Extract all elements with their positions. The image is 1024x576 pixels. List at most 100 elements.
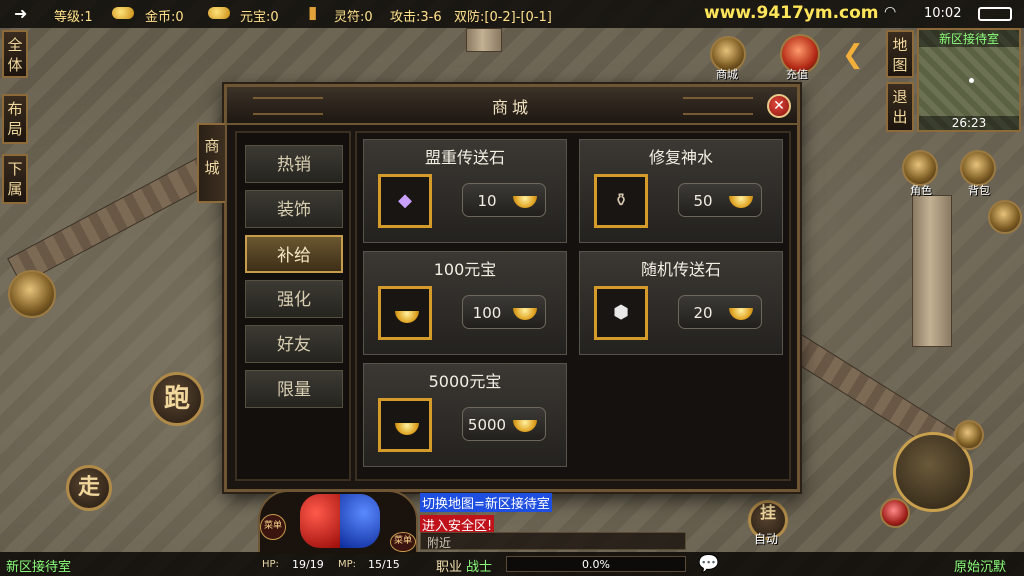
category-hot[interactable]: 热销 bbox=[245, 145, 343, 183]
level-text: 等级:1 bbox=[54, 10, 93, 25]
map-name: 新区接待室 bbox=[6, 560, 72, 575]
shop-item[interactable]: 盟重传送石 ◆ 10 bbox=[363, 139, 567, 243]
collapse-arrow-icon[interactable]: ❮ bbox=[842, 40, 864, 70]
menu-left-label: 菜单 bbox=[263, 521, 282, 531]
walk-button-label: 走 bbox=[77, 475, 100, 500]
buy-button[interactable]: 100 bbox=[462, 295, 546, 329]
back-icon[interactable]: ➜ bbox=[14, 4, 27, 23]
category-decoration[interactable]: 装饰 bbox=[245, 190, 343, 228]
talisman-icon: ▮ bbox=[308, 3, 318, 23]
item-slot[interactable] bbox=[378, 286, 432, 340]
ingot-icon bbox=[513, 308, 537, 320]
shop-item[interactable]: 100元宝 100 bbox=[363, 251, 567, 355]
ingot-icon bbox=[208, 7, 230, 19]
chat-line-system: 切换地图=新区接待室 bbox=[420, 493, 552, 512]
category-friends[interactable]: 好友 bbox=[245, 325, 343, 363]
shop-item[interactable]: 修复神水 ⚱ 50 bbox=[579, 139, 783, 243]
shop-item[interactable]: 随机传送石 ⬢ 20 bbox=[579, 251, 783, 355]
item-slot[interactable]: ⚱ bbox=[594, 174, 648, 228]
status-bar: ➜ 等级:1 金币:0 元宝:0 ▮ 灵符:0 攻击:3-6 双防:[0-2]-… bbox=[0, 0, 1024, 28]
item-slot[interactable] bbox=[378, 398, 432, 452]
category-supply[interactable]: 补给 bbox=[245, 235, 343, 273]
category-label: 热销 bbox=[277, 155, 311, 175]
buy-button[interactable]: 20 bbox=[678, 295, 762, 329]
shop-item[interactable]: 5000元宝 5000 bbox=[363, 363, 567, 467]
category-label: 装饰 bbox=[277, 200, 311, 220]
chat-bubble-icon[interactable]: 💬 bbox=[698, 554, 719, 574]
helmet-skill-icon[interactable] bbox=[8, 270, 56, 318]
battery-icon bbox=[978, 7, 1012, 21]
clock-text: 10:02 bbox=[924, 6, 962, 21]
talisman-text: 灵符:0 bbox=[334, 10, 373, 25]
auto-attack-label: 自动 bbox=[754, 532, 779, 546]
close-icon: ✕ bbox=[773, 98, 785, 114]
buy-button[interactable]: 10 bbox=[462, 183, 546, 217]
category-list: 热销 装饰 补给 强化 好友 限量 bbox=[235, 131, 351, 481]
role-icon-label: 角色 bbox=[910, 184, 932, 197]
player-dot bbox=[969, 78, 974, 83]
menu-left-button[interactable]: 菜单 bbox=[260, 514, 286, 540]
menu-right-label: 菜单 bbox=[393, 536, 412, 546]
category-limited[interactable]: 限量 bbox=[245, 370, 343, 408]
layout-button[interactable]: 布局 bbox=[2, 94, 28, 144]
hp-value: 19/19 bbox=[292, 558, 324, 571]
mode-text: 原始沉默 bbox=[954, 560, 1007, 575]
job-value: 战士 bbox=[466, 560, 493, 575]
all-chat-label: 全体 bbox=[7, 36, 23, 74]
item-price: 50 bbox=[693, 192, 713, 210]
exp-bar: 0.0% bbox=[506, 556, 686, 572]
defense-text: 双防:[0-2]-[0-1] bbox=[454, 10, 552, 25]
category-label: 限量 bbox=[277, 380, 311, 400]
mp-value: 15/15 bbox=[368, 558, 400, 571]
run-button[interactable]: 跑 bbox=[150, 372, 204, 426]
map-button-label: 地图 bbox=[892, 36, 908, 74]
item-name: 5000元宝 bbox=[428, 372, 502, 391]
minimap[interactable]: 新区接待室 26:23 bbox=[917, 28, 1021, 132]
shop-icon-label: 商城 bbox=[716, 68, 738, 81]
item-name: 100元宝 bbox=[433, 260, 497, 279]
ingot-icon bbox=[729, 308, 753, 320]
buy-button[interactable]: 5000 bbox=[462, 407, 546, 441]
shop-side-tab[interactable]: 商城 bbox=[197, 123, 225, 203]
skill-slot-top-icon[interactable] bbox=[954, 420, 984, 450]
shop-dialog: 商城 商城 ✕ 热销 装饰 补给 强化 好友 限量 盟重传送石 ◆ 10 修复神… bbox=[197, 84, 800, 492]
run-button-label: 跑 bbox=[163, 384, 190, 414]
item-slot[interactable]: ◆ bbox=[378, 174, 432, 228]
exit-button[interactable]: 退出 bbox=[886, 82, 914, 132]
gold-coin-icon bbox=[112, 7, 134, 19]
ingot-icon bbox=[513, 420, 537, 432]
chat-channel[interactable]: 附近 bbox=[420, 532, 686, 550]
minimap-time: 26:23 bbox=[919, 116, 1019, 130]
exit-button-label: 退出 bbox=[892, 88, 908, 126]
pillar bbox=[466, 28, 502, 52]
menu-right-button[interactable]: 菜单 bbox=[390, 532, 416, 552]
gold-text: 金币:0 bbox=[145, 10, 184, 25]
attack-text: 攻击:3-6 bbox=[390, 10, 442, 25]
bag-icon[interactable] bbox=[960, 150, 996, 186]
minimap-title: 新区接待室 bbox=[919, 30, 1019, 47]
site-watermark: www.9417ym.com bbox=[704, 3, 879, 23]
job-label: 职业 bbox=[436, 560, 463, 575]
buy-button[interactable]: 50 bbox=[678, 183, 762, 217]
repair-potion-icon: ⚱ bbox=[613, 190, 629, 211]
gold-ingot-icon bbox=[395, 423, 419, 435]
close-button[interactable]: ✕ bbox=[767, 94, 791, 118]
subordinate-button[interactable]: 下属 bbox=[2, 154, 28, 204]
subordinate-label: 下属 bbox=[7, 160, 23, 198]
ingot-icon bbox=[513, 196, 537, 208]
all-chat-button[interactable]: 全体 bbox=[2, 30, 28, 78]
item-grid: 盟重传送石 ◆ 10 修复神水 ⚱ 50 100元宝 100 随机传送石 ⬢ 2… bbox=[355, 131, 791, 481]
category-enhance[interactable]: 强化 bbox=[245, 280, 343, 318]
chat-channel-label: 附近 bbox=[427, 536, 452, 550]
walk-button[interactable]: 走 bbox=[66, 465, 112, 511]
role-icon[interactable] bbox=[902, 150, 938, 186]
skill-slot-bottom-icon[interactable] bbox=[880, 498, 910, 528]
wifi-icon: ◠ bbox=[884, 4, 897, 20]
random-stone-icon: ⬢ bbox=[613, 302, 629, 323]
map-button[interactable]: 地图 bbox=[886, 30, 914, 78]
item-slot[interactable]: ⬢ bbox=[594, 286, 648, 340]
exp-value: 0.0% bbox=[582, 558, 610, 571]
compass-icon[interactable] bbox=[988, 200, 1022, 234]
hp-mp-orb: 菜单 菜单 bbox=[258, 490, 418, 554]
gold-ingot-icon bbox=[395, 311, 419, 323]
